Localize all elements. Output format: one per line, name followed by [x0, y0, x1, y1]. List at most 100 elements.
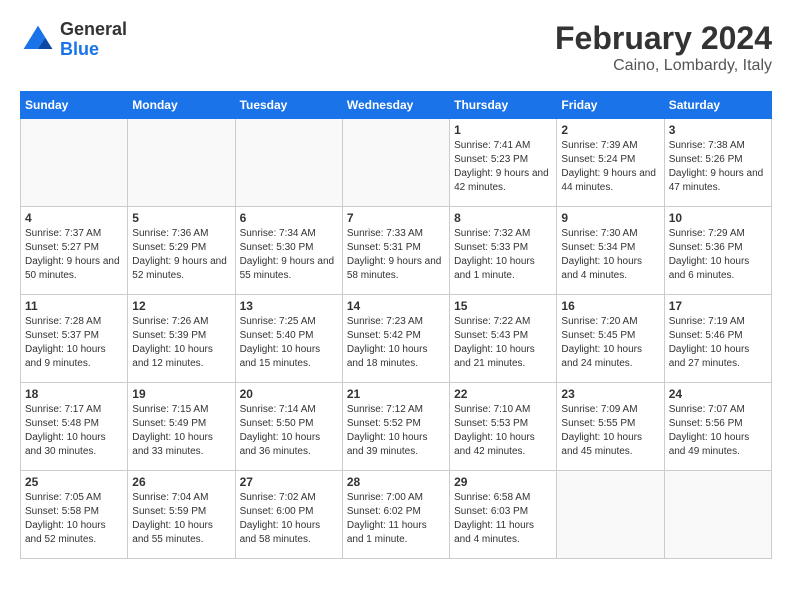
calendar-cell: 20Sunrise: 7:14 AMSunset: 5:50 PMDayligh…	[235, 383, 342, 471]
day-info: Sunrise: 7:05 AMSunset: 5:58 PMDaylight:…	[25, 491, 123, 547]
calendar-cell: 28 Sunrise: 7:00 AMSunset: 6:02 PMDayligh…	[342, 471, 449, 559]
day-info: Sunrise: 7:25 AMSunset: 5:40 PMDaylight:…	[240, 315, 338, 371]
day-number: 26	[132, 475, 230, 489]
calendar-cell: 24 Sunrise: 7:07 AMSunset: 5:56 PMDayligh…	[664, 383, 771, 471]
day-number: 25	[25, 475, 123, 489]
calendar-cell: 27 Sunrise: 7:02 AMSunset: 6:00 PMDayligh…	[235, 471, 342, 559]
calendar-cell: 22 Sunrise: 7:10 AMSunset: 5:53 PMDayligh…	[450, 383, 557, 471]
day-of-week-header: Wednesday	[342, 92, 449, 119]
day-info: Sunrise: 7:15 AMSunset: 5:49 PMDaylight:…	[132, 403, 230, 459]
calendar-cell: 17 Sunrise: 7:19 AMSunset: 5:46 PMDayligh…	[664, 295, 771, 383]
day-info: Sunrise: 7:02 AMSunset: 6:00 PMDaylight:…	[240, 491, 338, 547]
day-info: Sunrise: 7:20 AMSunset: 5:45 PMDaylight:…	[561, 315, 659, 371]
day-number: 21	[347, 387, 445, 401]
day-of-week-header: Saturday	[664, 92, 771, 119]
calendar-cell: 16 Sunrise: 7:20 AMSunset: 5:45 PMDayligh…	[557, 295, 664, 383]
day-number: 6	[240, 211, 338, 225]
calendar-cell: 1 Sunrise: 7:41 AMSunset: 5:23 PMDaylight…	[450, 119, 557, 207]
calendar-header-row: SundayMondayTuesdayWednesdayThursdayFrid…	[21, 92, 772, 119]
calendar-cell: 13 Sunrise: 7:25 AMSunset: 5:40 PMDayligh…	[235, 295, 342, 383]
calendar-cell: 9 Sunrise: 7:30 AMSunset: 5:34 PMDaylight…	[557, 207, 664, 295]
calendar-week-row: 4Sunrise: 7:37 AMSunset: 5:27 PMDaylight…	[21, 207, 772, 295]
calendar-cell: 29 Sunrise: 6:58 AMSunset: 6:03 PMDayligh…	[450, 471, 557, 559]
day-info: Sunrise: 7:38 AMSunset: 5:26 PMDaylight:…	[669, 139, 767, 195]
day-info: Sunrise: 7:34 AMSunset: 5:30 PMDaylight:…	[240, 227, 338, 283]
calendar-cell: 25 Sunrise: 7:05 AMSunset: 5:58 PMDayligh…	[21, 471, 128, 559]
day-of-week-header: Thursday	[450, 92, 557, 119]
logo: General Blue	[20, 20, 127, 60]
day-info: Sunrise: 7:28 AMSunset: 5:37 PMDaylight:…	[25, 315, 123, 371]
calendar-week-row: 1 Sunrise: 7:41 AMSunset: 5:23 PMDaylight…	[21, 119, 772, 207]
calendar-cell: 19 Sunrise: 7:15 AMSunset: 5:49 PMDayligh…	[128, 383, 235, 471]
day-info: Sunrise: 7:30 AMSunset: 5:34 PMDaylight:…	[561, 227, 659, 283]
calendar-cell	[128, 119, 235, 207]
day-of-week-header: Sunday	[21, 92, 128, 119]
day-number: 16	[561, 299, 659, 313]
day-number: 29	[454, 475, 552, 489]
main-title: February 2024	[555, 20, 772, 57]
day-info: Sunrise: 7:36 AMSunset: 5:29 PMDaylight:…	[132, 227, 230, 283]
calendar-cell: 26 Sunrise: 7:04 AMSunset: 5:59 PMDayligh…	[128, 471, 235, 559]
logo-icon	[20, 22, 56, 58]
calendar-cell	[557, 471, 664, 559]
day-number: 22	[454, 387, 552, 401]
day-number: 11	[25, 299, 123, 313]
day-number: 13	[240, 299, 338, 313]
day-number: 24	[669, 387, 767, 401]
title-block: February 2024 Caino, Lombardy, Italy	[555, 20, 772, 75]
calendar-cell: 11 Sunrise: 7:28 AMSunset: 5:37 PMDayligh…	[21, 295, 128, 383]
calendar-cell: 14 Sunrise: 7:23 AMSunset: 5:42 PMDayligh…	[342, 295, 449, 383]
calendar-week-row: 25 Sunrise: 7:05 AMSunset: 5:58 PMDayligh…	[21, 471, 772, 559]
day-of-week-header: Tuesday	[235, 92, 342, 119]
calendar-cell: 4Sunrise: 7:37 AMSunset: 5:27 PMDaylight…	[21, 207, 128, 295]
day-number: 20	[240, 387, 338, 401]
day-number: 1	[454, 123, 552, 137]
day-number: 2	[561, 123, 659, 137]
day-info: Sunrise: 7:23 AMSunset: 5:42 PMDaylight:…	[347, 315, 445, 371]
calendar-cell	[21, 119, 128, 207]
day-info: Sunrise: 7:33 AMSunset: 5:31 PMDaylight:…	[347, 227, 445, 283]
day-number: 3	[669, 123, 767, 137]
calendar-cell: 10 Sunrise: 7:29 AMSunset: 5:36 PMDayligh…	[664, 207, 771, 295]
day-number: 15	[454, 299, 552, 313]
page-header: General Blue February 2024 Caino, Lombar…	[20, 20, 772, 75]
calendar-week-row: 11 Sunrise: 7:28 AMSunset: 5:37 PMDayligh…	[21, 295, 772, 383]
day-number: 9	[561, 211, 659, 225]
day-info: Sunrise: 7:00 AMSunset: 6:02 PMDaylight:…	[347, 491, 445, 547]
day-of-week-header: Monday	[128, 92, 235, 119]
day-info: Sunrise: 7:32 AMSunset: 5:33 PMDaylight:…	[454, 227, 552, 283]
day-info: Sunrise: 7:17 AMSunset: 5:48 PMDaylight:…	[25, 403, 123, 459]
day-number: 28	[347, 475, 445, 489]
day-number: 8	[454, 211, 552, 225]
calendar-table: SundayMondayTuesdayWednesdayThursdayFrid…	[20, 91, 772, 559]
day-number: 27	[240, 475, 338, 489]
day-number: 18	[25, 387, 123, 401]
calendar-cell: 21Sunrise: 7:12 AMSunset: 5:52 PMDayligh…	[342, 383, 449, 471]
day-info: Sunrise: 7:07 AMSunset: 5:56 PMDaylight:…	[669, 403, 767, 459]
calendar-cell	[664, 471, 771, 559]
calendar-cell	[235, 119, 342, 207]
calendar-cell: 15 Sunrise: 7:22 AMSunset: 5:43 PMDayligh…	[450, 295, 557, 383]
subtitle: Caino, Lombardy, Italy	[555, 57, 772, 75]
day-number: 14	[347, 299, 445, 313]
day-info: Sunrise: 7:29 AMSunset: 5:36 PMDaylight:…	[669, 227, 767, 283]
day-of-week-header: Friday	[557, 92, 664, 119]
day-info: Sunrise: 7:19 AMSunset: 5:46 PMDaylight:…	[669, 315, 767, 371]
day-info: Sunrise: 6:58 AMSunset: 6:03 PMDaylight:…	[454, 491, 552, 547]
day-info: Sunrise: 7:22 AMSunset: 5:43 PMDaylight:…	[454, 315, 552, 371]
day-info: Sunrise: 7:39 AMSunset: 5:24 PMDaylight:…	[561, 139, 659, 195]
day-number: 10	[669, 211, 767, 225]
calendar-cell: 6 Sunrise: 7:34 AMSunset: 5:30 PMDaylight…	[235, 207, 342, 295]
calendar-cell: 7Sunrise: 7:33 AMSunset: 5:31 PMDaylight…	[342, 207, 449, 295]
day-info: Sunrise: 7:41 AMSunset: 5:23 PMDaylight:…	[454, 139, 552, 195]
calendar-cell: 3 Sunrise: 7:38 AMSunset: 5:26 PMDaylight…	[664, 119, 771, 207]
day-number: 17	[669, 299, 767, 313]
calendar-cell: 5Sunrise: 7:36 AMSunset: 5:29 PMDaylight…	[128, 207, 235, 295]
day-info: Sunrise: 7:09 AMSunset: 5:55 PMDaylight:…	[561, 403, 659, 459]
calendar-cell: 23Sunrise: 7:09 AMSunset: 5:55 PMDayligh…	[557, 383, 664, 471]
calendar-week-row: 18 Sunrise: 7:17 AMSunset: 5:48 PMDayligh…	[21, 383, 772, 471]
calendar-cell: 2 Sunrise: 7:39 AMSunset: 5:24 PMDaylight…	[557, 119, 664, 207]
day-info: Sunrise: 7:04 AMSunset: 5:59 PMDaylight:…	[132, 491, 230, 547]
day-info: Sunrise: 7:10 AMSunset: 5:53 PMDaylight:…	[454, 403, 552, 459]
day-number: 19	[132, 387, 230, 401]
